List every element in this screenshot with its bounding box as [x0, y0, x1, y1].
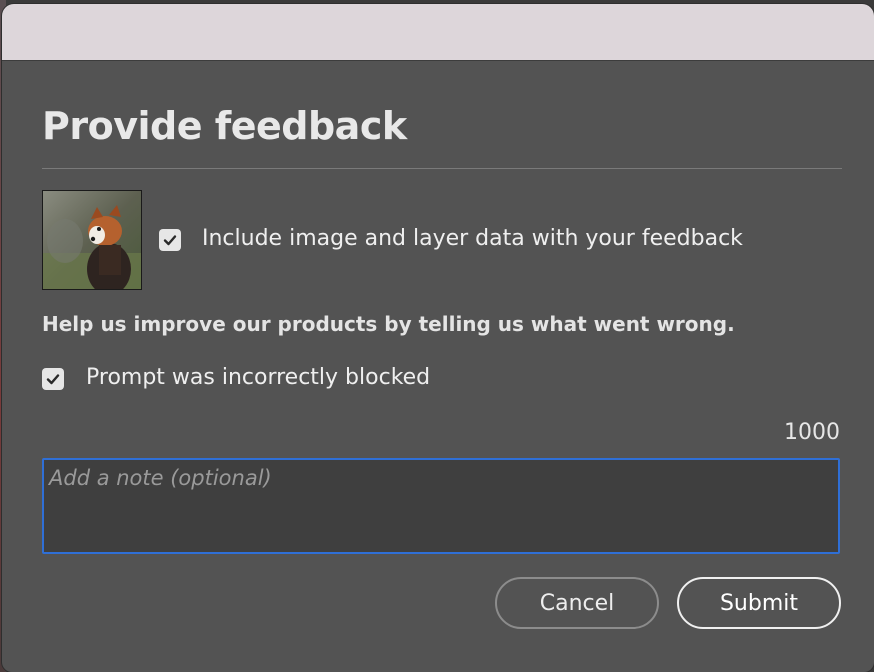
dialog-title: Provide feedback	[42, 104, 407, 148]
red-panda-image	[43, 191, 141, 289]
dialog-titlebar[interactable]	[2, 4, 874, 61]
include-data-label[interactable]: Include image and layer data with your f…	[202, 226, 743, 251]
character-counter: 1000	[784, 420, 840, 445]
help-text: Help us improve our products by telling …	[42, 312, 735, 336]
include-data-checkbox[interactable]	[159, 229, 181, 251]
submit-button[interactable]: Submit	[677, 577, 841, 629]
note-input[interactable]	[42, 458, 840, 554]
check-icon	[163, 235, 177, 246]
cancel-button[interactable]: Cancel	[495, 577, 659, 629]
check-icon	[46, 374, 60, 385]
title-divider	[42, 168, 842, 169]
feedback-dialog: Provide feedback Include image and layer…	[2, 4, 874, 672]
image-thumbnail	[42, 190, 142, 290]
incorrectly-blocked-label[interactable]: Prompt was incorrectly blocked	[86, 365, 430, 390]
incorrectly-blocked-checkbox[interactable]	[42, 368, 64, 390]
